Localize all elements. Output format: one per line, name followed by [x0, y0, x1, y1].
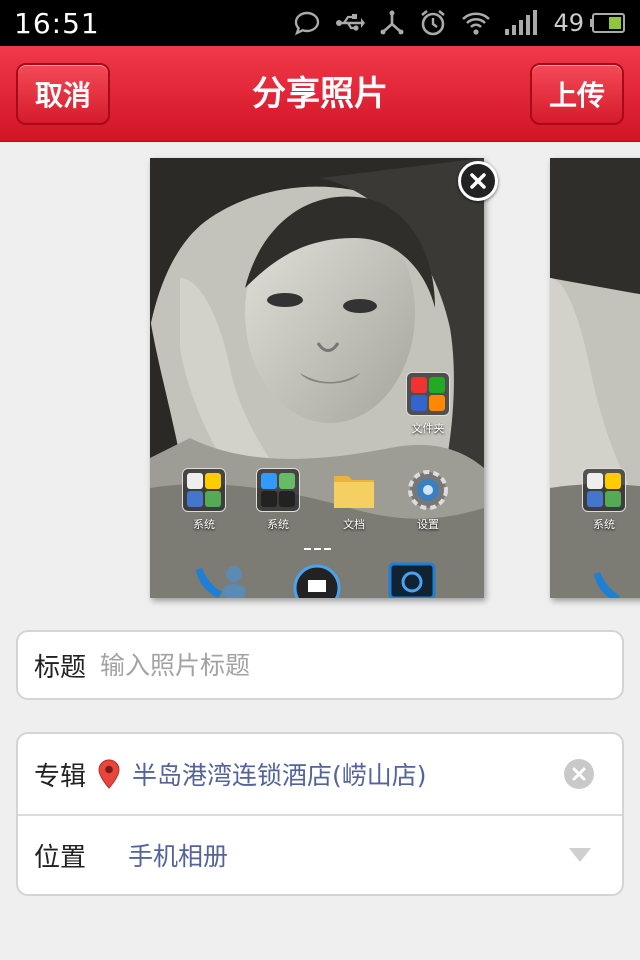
system-folder-icon	[182, 468, 226, 512]
next-system-folder-icon	[582, 468, 626, 512]
battery-icon	[590, 13, 625, 33]
title-bar: 分享照片 取消 上传	[0, 46, 640, 142]
close-icon	[470, 173, 486, 189]
next-photo-preview[interactable]: 系统	[550, 158, 640, 598]
usb-debug-icon	[380, 10, 404, 35]
page-indicator	[304, 548, 331, 550]
status-bar: 16:51 49	[0, 0, 640, 46]
detail-card: 专辑 半岛港湾连锁酒店(崂山店) 位置 手机相册	[16, 732, 624, 896]
folder-label: 文件夹	[411, 422, 445, 435]
remove-photo-button[interactable]	[458, 161, 498, 201]
location-value: 手机相册	[128, 842, 229, 871]
photo-carousel[interactable]: 文件夹 系统 系统 文档 设置 系统	[0, 142, 640, 612]
title-row: 标题	[18, 632, 622, 698]
wifi-icon	[462, 12, 491, 35]
next-system-label: 系统	[593, 518, 615, 531]
location-label: 位置	[34, 842, 87, 873]
settings-label: 设置	[417, 518, 439, 531]
next-system-app: 系统	[582, 468, 626, 532]
chat-icon	[295, 11, 320, 36]
folder-grid-icon	[406, 372, 450, 416]
title-label: 标题	[34, 652, 87, 683]
folder-icon	[334, 476, 374, 508]
system-folder-icon-2	[256, 468, 300, 512]
title-card: 标题	[16, 630, 624, 700]
status-time: 16:51	[14, 6, 100, 40]
system-app-2: 系统	[256, 468, 300, 532]
clear-album-button[interactable]	[564, 759, 594, 789]
cancel-button[interactable]: 取消	[16, 63, 110, 125]
docs-app: 文档	[332, 468, 376, 532]
battery: 49	[553, 9, 626, 37]
alarm-icon	[421, 9, 446, 36]
location-row[interactable]: 位置 手机相册	[18, 816, 622, 894]
clear-icon	[572, 767, 586, 781]
album-row[interactable]: 专辑 半岛港湾连锁酒店(崂山店)	[18, 734, 622, 816]
location-pin-icon	[98, 759, 120, 789]
docs-label: 文档	[343, 518, 365, 531]
upload-button[interactable]: 上传	[530, 63, 624, 125]
signal-icon	[505, 10, 538, 35]
next-photo-image	[550, 158, 640, 598]
system-label-2: 系统	[267, 518, 289, 531]
system-app-1: 系统	[182, 468, 226, 532]
title-input[interactable]	[100, 650, 561, 680]
status-icons: 49	[293, 9, 626, 37]
usb-icon	[336, 14, 366, 31]
photo-preview[interactable]: 文件夹 系统 系统 文档 设置	[150, 158, 484, 598]
gear-icon	[408, 470, 448, 510]
album-value: 半岛港湾连锁酒店(崂山店)	[132, 761, 427, 790]
dock-bar	[196, 562, 436, 598]
battery-level: 49	[553, 9, 584, 37]
album-label: 专辑	[34, 761, 87, 792]
settings-app: 设置	[406, 468, 450, 532]
system-label-1: 系统	[193, 518, 215, 531]
dropdown-arrow-icon[interactable]	[568, 847, 592, 863]
folder-app: 文件夹	[406, 372, 450, 436]
